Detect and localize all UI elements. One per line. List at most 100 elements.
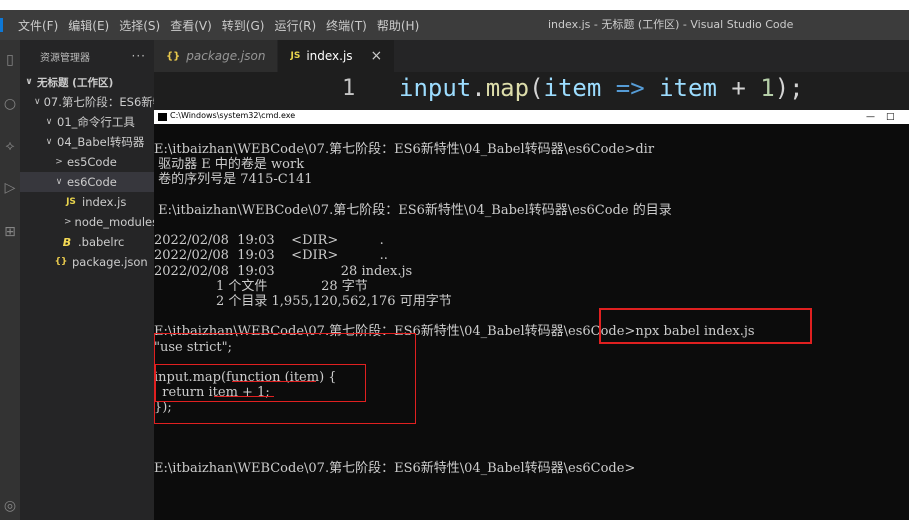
- menu-item[interactable]: 帮助(H): [377, 17, 419, 34]
- explorer-sidebar: 资源管理器 ··· ∨无标题 (工作区)∨07.第七阶段：ES6新特性∨01_命…: [20, 40, 154, 520]
- code-token: 1: [760, 74, 775, 102]
- chevron-down-icon: ∨: [34, 97, 41, 107]
- code-line[interactable]: input.map(item => item + 1);: [399, 74, 804, 102]
- code-token: item: [659, 74, 717, 102]
- terminal-line: 1 个文件 28 字节: [154, 278, 368, 294]
- tree-item-label: 04_Babel转码器: [57, 135, 145, 149]
- search-icon[interactable]: ○: [2, 96, 18, 112]
- code-token: input: [399, 74, 472, 102]
- terminal-line: 2022/02/08 19:03 <DIR> ..: [154, 248, 388, 264]
- json-file-icon: {}: [166, 50, 181, 62]
- terminal-line: 2022/02/08 19:03 28 index.js: [154, 263, 413, 279]
- editor-tab[interactable]: {} package.json: [154, 40, 279, 72]
- menu-bar: 文件(F) 编辑(E) 选择(S) 查看(V) 转到(G) 运行(R) 终端(T) 帮助(H): [18, 10, 429, 40]
- terminal-line: input.map(function (item) {: [154, 370, 337, 385]
- tree-item-label: 无标题 (工作区): [37, 76, 114, 89]
- tree-item-label: es5Code: [67, 155, 117, 169]
- tree-item[interactable]: {} package.json: [20, 252, 154, 272]
- terminal-line: "use strict";: [154, 339, 232, 355]
- babel-file-icon: B: [62, 235, 72, 249]
- menu-item[interactable]: 查看(V): [170, 17, 212, 34]
- underline-function: [232, 381, 316, 382]
- tree-item-label: es6Code: [67, 175, 117, 189]
- tree-item-label: index.js: [82, 195, 127, 209]
- terminal-line: 驱动器 E 中的卷是 work: [154, 157, 305, 173]
- editor-tabs: {} package.json JS index.js ×: [154, 40, 909, 72]
- code-editor[interactable]: 1 input.map(item => item + 1);: [154, 72, 909, 112]
- code-token: .: [471, 74, 486, 102]
- run-debug-icon[interactable]: ▷: [2, 180, 18, 196]
- tree-item-label: package.json: [72, 255, 148, 269]
- code-token: (: [529, 74, 544, 102]
- minimize-button[interactable]: —: [866, 110, 875, 124]
- terminal-line: E:\itbaizhan\WEBCode\07.第七阶段：ES6新特性\04_B…: [154, 202, 672, 218]
- menu-item[interactable]: 转到(G): [222, 17, 265, 34]
- code-token: item: [543, 74, 602, 102]
- tab-label: index.js: [306, 49, 353, 63]
- menu-item[interactable]: 终端(T): [326, 17, 367, 34]
- menu-item[interactable]: 选择(S): [119, 17, 160, 34]
- js-file-icon: JS: [290, 51, 301, 61]
- cmd-window[interactable]: C:\Windows\system32\cmd.exe — □ E:\itbai…: [154, 110, 909, 520]
- terminal-line: });: [154, 400, 172, 416]
- code-token: );: [774, 74, 804, 102]
- tree-item[interactable]: JS index.js: [20, 192, 154, 212]
- tree-item[interactable]: ∨ 无标题 (工作区): [20, 72, 154, 92]
- tree-item[interactable]: > node_modules: [20, 212, 154, 232]
- terminal-line: 2022/02/08 19:03 <DIR> .: [154, 233, 384, 249]
- tab-label: package.json: [186, 49, 266, 63]
- account-icon[interactable]: ◎: [2, 498, 18, 514]
- explorer-title: 资源管理器: [40, 52, 90, 64]
- terminal-line: E:\itbaizhan\WEBCode\07.第七阶段：ES6新特性\04_B…: [154, 324, 755, 340]
- chevron-right-icon: >: [55, 157, 63, 167]
- cmd-icon: [158, 113, 167, 121]
- code-token: map: [485, 74, 530, 102]
- chevron-down-icon: ∨: [45, 137, 53, 147]
- title-bar: 文件(F) 编辑(E) 选择(S) 查看(V) 转到(G) 运行(R) 终端(T) 帮助(H)…: [0, 10, 909, 40]
- tree-item[interactable]: B .babelrc: [20, 232, 154, 252]
- tree-item[interactable]: > es5Code: [20, 152, 154, 172]
- chevron-down-icon: ∨: [45, 117, 53, 127]
- tree-item[interactable]: ∨ 01_命令行工具: [20, 112, 154, 132]
- file-tree: ∨无标题 (工作区)∨07.第七阶段：ES6新特性∨01_命令行工具∨04_Ba…: [20, 72, 154, 272]
- terminal-line: 2 个目录 1,955,120,562,176 可用字节: [154, 294, 452, 309]
- tree-item-label: node_modules: [74, 215, 154, 229]
- explorer-header: 资源管理器 ···: [20, 40, 154, 72]
- maximize-button[interactable]: □: [886, 110, 895, 124]
- editor-tab[interactable]: JS index.js ×: [278, 40, 396, 72]
- code-token: =>: [601, 74, 660, 102]
- cmd-title-bar[interactable]: C:\Windows\system32\cmd.exe — □: [154, 110, 909, 124]
- underline-return: [214, 396, 274, 397]
- menu-item[interactable]: 文件(F): [18, 17, 58, 34]
- extensions-icon[interactable]: ⊞: [2, 224, 18, 240]
- more-actions-icon[interactable]: ···: [132, 49, 146, 63]
- line-number: 1: [342, 76, 356, 101]
- vscode-logo-icon: [0, 18, 3, 32]
- js-file-icon: JS: [66, 197, 76, 207]
- json-file-icon: {}: [54, 257, 68, 267]
- code-token: +: [716, 74, 761, 102]
- tree-item[interactable]: ∨07.第七阶段：ES6新特性: [20, 92, 154, 112]
- menu-item[interactable]: 编辑(E): [68, 17, 109, 34]
- terminal-line: E:\itbaizhan\WEBCode\07.第七阶段：ES6新特性\04_B…: [154, 142, 655, 157]
- screen-top-edge: [0, 0, 909, 10]
- tree-item[interactable]: ∨ es6Code: [20, 172, 154, 192]
- terminal-line: 卷的序列号是 7415-C141: [154, 172, 313, 188]
- tree-item-label: 01_命令行工具: [57, 115, 135, 129]
- chevron-down-icon: ∨: [25, 77, 33, 87]
- menu-item[interactable]: 运行(R): [274, 17, 316, 34]
- chevron-right-icon: >: [64, 217, 72, 227]
- close-icon[interactable]: ×: [371, 48, 383, 64]
- tree-item-label: .babelrc: [78, 235, 125, 249]
- window-title: index.js - 无标题 (工作区) - Visual Studio Cod…: [548, 18, 794, 31]
- source-control-icon[interactable]: ⟡: [2, 138, 18, 154]
- chevron-down-icon: ∨: [55, 177, 63, 187]
- terminal-line: E:\itbaizhan\WEBCode\07.第七阶段：ES6新特性\04_B…: [154, 461, 636, 477]
- terminal-output[interactable]: E:\itbaizhan\WEBCode\07.第七阶段：ES6新特性\04_B…: [154, 124, 909, 520]
- cmd-title: C:\Windows\system32\cmd.exe: [170, 111, 296, 120]
- tree-item-label: 07.第七阶段：ES6新特性: [43, 95, 154, 109]
- files-icon[interactable]: ▯: [2, 52, 18, 68]
- tree-item[interactable]: ∨ 04_Babel转码器: [20, 132, 154, 152]
- activity-bar: ▯ ○ ⟡ ▷ ⊞ ◎: [0, 40, 20, 520]
- terminal-line: return item + 1;: [154, 385, 270, 401]
